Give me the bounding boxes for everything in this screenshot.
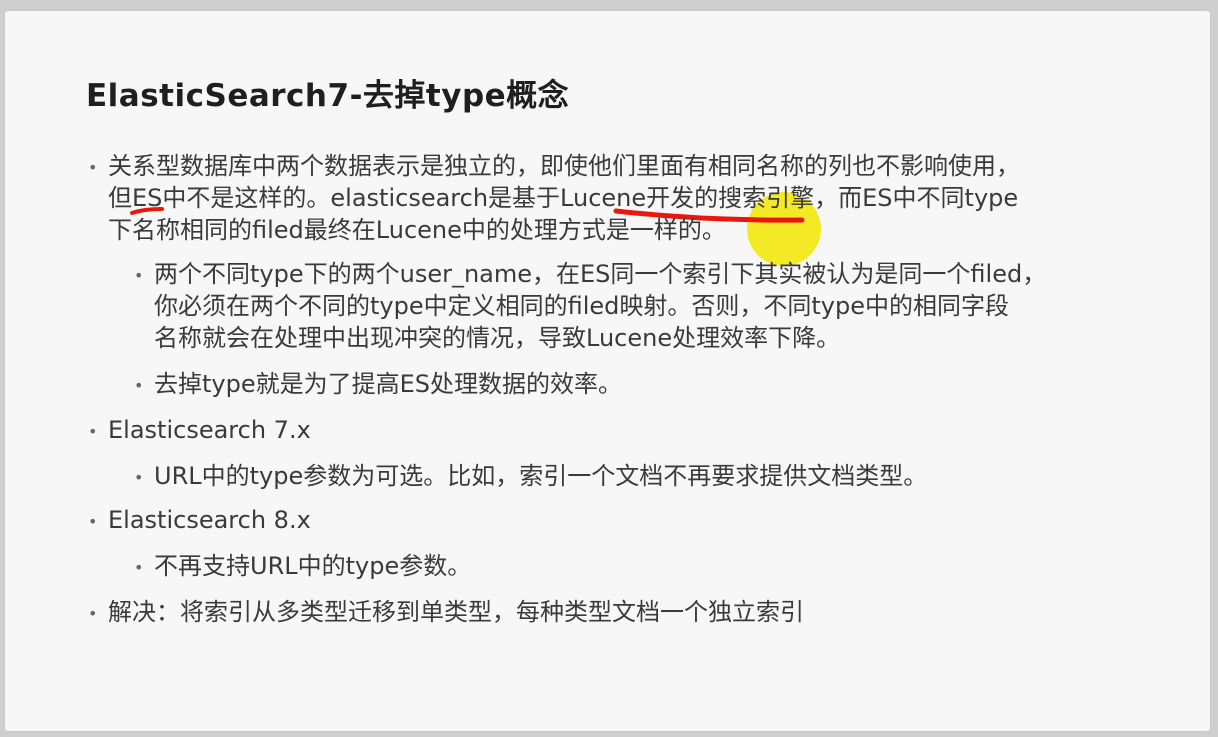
slide: ElasticSearch7-去掉type概念 • 关系型数据库中两个数据表示是… [4,10,1211,732]
bullet-dot: • [88,604,98,623]
video-frame: ElasticSearch7-去掉type概念 • 关系型数据库中两个数据表示是… [0,0,1218,737]
bullet-dot: • [88,512,98,531]
sub-bullet-1-2-line-1: 去掉type就是为了提高ES处理数据的效率。 [154,370,623,398]
bullet-1: 关系型数据库中两个数据表示是独立的，即使他们里面有相同名称的列也不影响使用， 但… [108,150,1020,246]
sub-bullet-1-2: 去掉type就是为了提高ES处理数据的效率。 [154,368,622,400]
sub-bullet-1-1-line-2: 你必须在两个不同的type中定义相同的filed映射。否则，不同type中的相同… [154,292,1010,320]
sub-bullet-dot: • [134,558,144,577]
sub-bullet-dot: • [134,468,144,487]
bullet-2: Elasticsearch 7.x [108,414,311,446]
bullet-3: Elasticsearch 8.x [108,504,311,536]
bullet-1-line-1: 关系型数据库中两个数据表示是独立的，即使他们里面有相同名称的列也不影响使用， [108,152,1020,180]
slide-title: ElasticSearch7-去掉type概念 [86,78,570,114]
sub-bullet-dot: • [134,266,144,285]
sub-bullet-1-1-line-1: 两个不同type下的两个user_name，在ES同一个索引下其实被认为是同一个… [154,260,1047,288]
bullet-3-line-1: Elasticsearch 8.x [108,506,311,534]
sub-bullet-2-1: URL中的type参数为可选。比如，索引一个文档不再要求提供文档类型。 [154,460,927,492]
bullet-1-line-2: 但ES中不是这样的。elasticsearch是基于Lucene开发的搜索引擎，… [108,184,1019,212]
bullet-dot: • [88,158,98,177]
sub-bullet-2-1-line-1: URL中的type参数为可选。比如，索引一个文档不再要求提供文档类型。 [154,462,928,490]
sub-bullet-3-1-line-1: 不再支持URL中的type参数。 [154,552,472,580]
bullet-2-line-1: Elasticsearch 7.x [108,416,311,444]
bullet-4-line-1: 解决：将索引从多类型迁移到单类型，每种类型文档一个独立索引 [108,598,804,626]
sub-bullet-3-1: 不再支持URL中的type参数。 [154,550,471,582]
bullet-1-line-3: 下名称相同的filed最终在Lucene中的处理方式是一样的。 [108,216,726,244]
sub-bullet-1-1: 两个不同type下的两个user_name，在ES同一个索引下其实被认为是同一个… [154,258,1046,354]
bullet-dot: • [88,422,98,441]
sub-bullet-dot: • [134,376,144,395]
bullet-4: 解决：将索引从多类型迁移到单类型，每种类型文档一个独立索引 [108,596,804,628]
sub-bullet-1-1-line-3: 名称就会在处理中出现冲突的情况，导致Lucene处理效率下降。 [154,324,841,352]
